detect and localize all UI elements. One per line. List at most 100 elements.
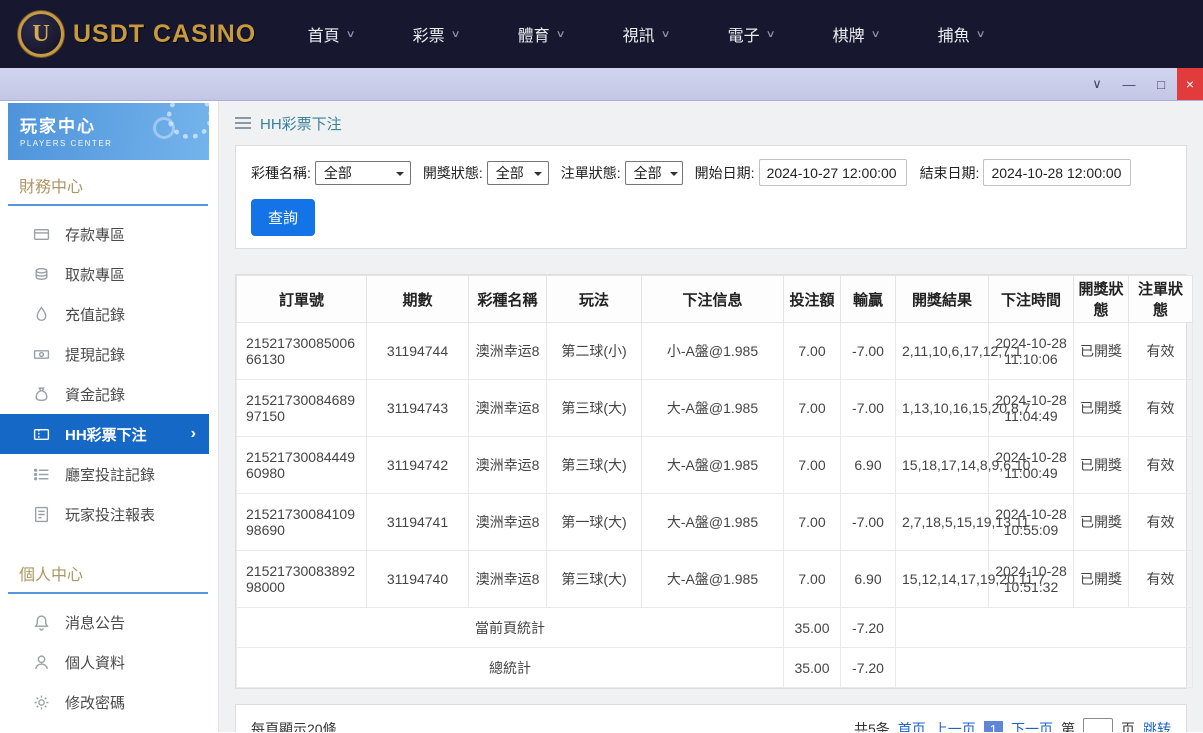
wallet-icon [33,226,50,243]
col-header-draw-result: 開獎結果 [896,276,989,323]
cell-order-no: 2152173008468997150 [237,380,367,437]
sidebar-item-cashout-records[interactable]: 提現記錄 [0,334,218,374]
col-header-draw-status: 開獎狀態 [1074,276,1129,323]
cell-win-loss: -7.00 [841,494,896,551]
section-personal-center: 個人中心 [8,548,208,594]
circle-decoration-icon [153,117,175,139]
cell-issue: 31194743 [367,380,469,437]
page-total-row: 當前頁統計 35.00 -7.20 [237,608,1193,648]
order-status-select[interactable]: 全部 [625,161,683,185]
sidebar-item-player-bet-report[interactable]: 玩家投注報表 [0,494,218,534]
main-menu: 首頁 ∨ 彩票 ∨ 體育 ∨ 視訊 ∨ 電子 ∨ 棋牌 ∨ 捕魚 ∨ [278,22,1013,46]
sidebar-item-announcements[interactable]: 消息公告 [0,602,218,642]
end-date-input[interactable] [983,159,1131,186]
cell-win-loss: -7.00 [841,323,896,380]
col-header-bet-info: 下注信息 [642,276,784,323]
jump-suffix-label: 页 [1121,719,1135,732]
nav-item-sports[interactable]: 體育 ∨ [488,22,593,46]
sidebar-item-label: 取款專區 [65,264,125,285]
bets-table: 訂單號 期數 彩種名稱 玩法 下注信息 投注額 輸贏 開獎結果 下注時間 開獎狀… [236,275,1193,688]
grand-total-win: -7.20 [841,648,896,688]
chevron-down-icon: ∨ [870,29,880,40]
sidebar-item-change-password[interactable]: 修改密碼 [0,682,218,722]
person-icon [33,654,50,671]
list-icon [33,466,50,483]
nav-item-slots[interactable]: 電子 ∨ [698,22,803,46]
draw-status-value: 全部 [496,163,524,183]
players-center-header: 玩家中心 PLAYERS CENTER [8,103,209,160]
grand-total-empty [896,648,1193,688]
cell-bet-info: 大-A盤@1.985 [642,551,784,608]
sidebar-item-label: 廳室投註記錄 [65,464,155,485]
first-page-link[interactable]: 首页 [898,719,926,732]
sidebar-item-recharge-records[interactable]: 充值記錄 [0,294,218,334]
chevron-down-icon: ∨ [555,29,565,40]
sidebar-item-label: 消息公告 [65,612,125,633]
sidebar-item-hall-bet-records[interactable]: 廳室投註記錄 [0,454,218,494]
sidebar-item-label: 充值記錄 [65,304,125,325]
nav-item-fishing[interactable]: 捕魚 ∨ [908,22,1013,46]
next-page-link[interactable]: 下一页 [1011,719,1053,732]
chevron-down-icon: ∨ [975,29,985,40]
grand-total-label: 總統計 [237,648,784,688]
nav-item-chess[interactable]: 棋牌 ∨ [803,22,908,46]
bets-table-container: 訂單號 期數 彩種名稱 玩法 下注信息 投注額 輸贏 開獎結果 下注時間 開獎狀… [235,274,1187,689]
page-total-win: -7.20 [841,608,896,648]
nav-label: 捕魚 [938,22,970,46]
sidebar-item-label: HH彩票下注 [65,424,147,445]
coins-icon [33,266,50,283]
ticket-icon [33,426,50,443]
droplet-icon [33,306,50,323]
cell-win-loss: 6.90 [841,551,896,608]
jump-button[interactable]: 跳转 [1143,719,1171,732]
cell-draw-result: 15,12,14,17,19,20,11,7 [896,551,989,608]
page-total-label: 當前頁統計 [237,608,784,648]
bell-icon [33,614,50,631]
filter-panel: 彩種名稱: 全部 開獎狀態: 全部 注單狀態: 全部 開始日期: 結束日期: [235,145,1187,249]
start-date-input[interactable] [759,159,907,186]
draw-status-select[interactable]: 全部 [487,161,549,185]
cell-draw-result: 2,11,10,6,17,12,7,1 [896,323,989,380]
nav-label: 視訊 [623,22,655,46]
page-jump-input[interactable] [1083,718,1113,732]
cell-draw-result: 1,13,10,16,15,20,8,7 [896,380,989,437]
sidebar-item-hh-lottery-bets[interactable]: HH彩票下注 › [0,414,209,454]
col-header-issue: 期數 [367,276,469,323]
cell-draw-result: 15,18,17,14,8,9,6,10 [896,437,989,494]
chevron-right-icon: › [191,425,196,443]
page-total-empty [896,608,1193,648]
chevron-down-icon [396,172,404,180]
chevron-down-icon: ∨ [450,29,460,40]
cell-draw-status: 已開獎 [1074,380,1129,437]
pagination-bar: 每頁顯示20條 共5条 首页 上一页 1 下一页 第 页 跳转 [235,704,1187,732]
sidebar-item-label: 提現記錄 [65,344,125,365]
sidebar-item-funds-records[interactable]: 資金記錄 [0,374,218,414]
sidebar-item-deposit[interactable]: 存款專區 [0,214,218,254]
cell-issue: 31194744 [367,323,469,380]
nav-item-lottery[interactable]: 彩票 ∨ [383,22,488,46]
prev-page-link[interactable]: 上一页 [934,719,976,732]
cell-order-status: 有效 [1129,323,1193,380]
sidebar-item-profile[interactable]: 個人資料 [0,642,218,682]
search-button[interactable]: 查詢 [251,199,315,236]
cell-bet-amount: 7.00 [784,494,841,551]
table-row: 2152173008500666130 31194744 澳洲幸运8 第二球(小… [237,323,1193,380]
brand-logo[interactable]: U USDT CASINO [18,11,256,57]
cell-bet-amount: 7.00 [784,437,841,494]
sidebar-item-label: 修改密碼 [65,692,125,713]
nav-item-live-video[interactable]: 視訊 ∨ [593,22,698,46]
window-maximize-button[interactable]: □ [1145,68,1177,100]
chevron-down-icon: ∨ [765,29,775,40]
lottery-name-select[interactable]: 全部 [315,161,411,185]
window-minimize-button[interactable]: — [1113,68,1145,100]
window-chevron-button[interactable]: ∨ [1081,68,1113,100]
window-close-button[interactable]: × [1177,68,1203,100]
cell-order-status: 有效 [1129,437,1193,494]
sidebar-item-withdraw[interactable]: 取款專區 [0,254,218,294]
nav-label: 棋牌 [833,22,865,46]
section-finance-center: 財務中心 [8,160,208,206]
chevron-down-icon: ∨ [345,29,355,40]
hamburger-menu-icon[interactable] [235,116,251,130]
nav-item-home[interactable]: 首頁 ∨ [278,22,383,46]
page-total-bet: 35.00 [784,608,841,648]
